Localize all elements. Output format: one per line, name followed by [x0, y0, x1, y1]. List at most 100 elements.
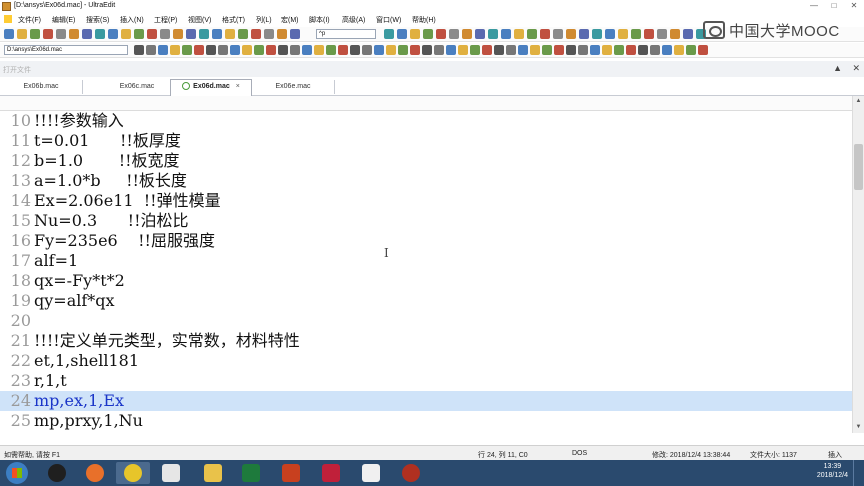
code-line[interactable]: 16 Fy=235e6 !!屈服强度	[0, 231, 852, 251]
indent-icon[interactable]	[254, 45, 264, 55]
new-file-icon[interactable]	[475, 29, 485, 39]
paste-icon[interactable]	[410, 29, 420, 39]
underline-icon[interactable]	[158, 45, 168, 55]
undo-icon[interactable]	[579, 29, 589, 39]
paste-icon[interactable]	[199, 29, 209, 39]
task-tool[interactable]	[394, 462, 428, 484]
indent-icon[interactable]	[686, 45, 696, 55]
italic-icon[interactable]	[290, 45, 300, 55]
show-desktop-button[interactable]	[853, 460, 864, 486]
vertical-scrollbar[interactable]: ▲ ▼	[852, 96, 864, 433]
task-firefox[interactable]	[78, 462, 112, 484]
bold-icon[interactable]	[134, 45, 144, 55]
italic-icon[interactable]	[218, 45, 228, 55]
undo-icon[interactable]	[108, 29, 118, 39]
code-text[interactable]: mp,ex,1,Ex	[34, 391, 124, 411]
menu-column[interactable]: 列(L)	[256, 15, 272, 25]
bold-icon[interactable]	[422, 45, 432, 55]
code-line[interactable]: 11 t=0.01 !!板厚度	[0, 131, 852, 151]
cut-icon[interactable]	[43, 29, 53, 39]
menu-edit[interactable]: 编辑(E)	[52, 15, 75, 25]
print-icon[interactable]	[683, 29, 693, 39]
open-folder-icon[interactable]	[17, 29, 27, 39]
code-text[interactable]: !!!!定义单元类型，实常数，材料特性	[34, 331, 300, 351]
code-text[interactable]: a=1.0*b !!板长度	[34, 171, 187, 191]
task-excel[interactable]	[234, 462, 268, 484]
format-icon[interactable]	[626, 45, 636, 55]
maximize-button[interactable]: □	[828, 0, 840, 11]
tab-ex06e[interactable]: Ex06e.mac	[252, 80, 335, 94]
code-line[interactable]: 17 alf=1	[0, 251, 852, 271]
code-line[interactable]: 15 Nu=0.3 !!泊松比	[0, 211, 852, 231]
bold-icon[interactable]	[278, 45, 288, 55]
open-folder-icon[interactable]	[277, 29, 287, 39]
cut-icon[interactable]	[173, 29, 183, 39]
new-file-icon[interactable]	[264, 29, 274, 39]
format-icon[interactable]	[482, 45, 492, 55]
code-text[interactable]: Fy=235e6 !!屈服强度	[34, 231, 215, 251]
underline-icon[interactable]	[446, 45, 456, 55]
menu-window[interactable]: 窗口(W)	[376, 15, 401, 25]
code-line[interactable]: 10 !!!!参数输入	[0, 111, 852, 131]
task-qq[interactable]	[40, 462, 74, 484]
align-icon[interactable]	[530, 45, 540, 55]
bold-icon[interactable]	[638, 45, 648, 55]
menu-search[interactable]: 搜索(S)	[86, 15, 109, 25]
code-line[interactable]: 24 mp,ex,1,Ex	[0, 391, 852, 411]
menu-project[interactable]: 工程(P)	[154, 15, 177, 25]
bold-icon[interactable]	[350, 45, 360, 55]
find-icon[interactable]	[225, 29, 235, 39]
cut-icon[interactable]	[514, 29, 524, 39]
code-editor[interactable]: 10 !!!!参数输入 11 t=0.01 !!板厚度 12 b=1.0 !!板宽度 13 a…	[0, 111, 852, 433]
code-text[interactable]: r,1,t	[34, 371, 67, 391]
code-text[interactable]: alf=1	[34, 251, 78, 271]
undo-icon[interactable]	[238, 29, 248, 39]
system-clock[interactable]: 13:39 2018/12/4	[817, 462, 848, 480]
format-icon[interactable]	[266, 45, 276, 55]
print-icon[interactable]	[82, 29, 92, 39]
cut-icon[interactable]	[644, 29, 654, 39]
code-text[interactable]: et,1,shell181	[34, 351, 139, 371]
italic-icon[interactable]	[578, 45, 588, 55]
copy-icon[interactable]	[56, 29, 66, 39]
menu-script[interactable]: 脚本(I)	[309, 15, 330, 25]
task-powerpoint[interactable]	[274, 462, 308, 484]
italic-icon[interactable]	[506, 45, 516, 55]
document-icon[interactable]	[4, 15, 12, 23]
code-text[interactable]: Nu=0.3 !!泊松比	[34, 211, 189, 231]
file-path-combo[interactable]: D:\ansys\Ex06d.mac	[4, 45, 128, 55]
tab-close-icon[interactable]: ×	[236, 83, 240, 90]
code-text[interactable]: mp,prxy,1,Nu	[34, 411, 143, 431]
format-icon[interactable]	[194, 45, 204, 55]
italic-icon[interactable]	[434, 45, 444, 55]
code-text[interactable]: qx=-Fy*t*2	[34, 271, 125, 291]
redo-icon[interactable]	[251, 29, 261, 39]
scroll-down-icon[interactable]: ▼	[853, 422, 864, 433]
indent-icon[interactable]	[326, 45, 336, 55]
find-icon[interactable]	[566, 29, 576, 39]
underline-icon[interactable]	[374, 45, 384, 55]
format-icon[interactable]	[698, 45, 708, 55]
code-line[interactable]: 12 b=1.0 !!板宽度	[0, 151, 852, 171]
copy-icon[interactable]	[657, 29, 667, 39]
copy-icon[interactable]	[186, 29, 196, 39]
minimize-button[interactable]: —	[808, 0, 820, 11]
code-line[interactable]: 19 qy=alf*qx	[0, 291, 852, 311]
save-icon[interactable]	[160, 29, 170, 39]
save-icon[interactable]	[501, 29, 511, 39]
cut-icon[interactable]	[384, 29, 394, 39]
indent-icon[interactable]	[182, 45, 192, 55]
italic-icon[interactable]	[146, 45, 156, 55]
align-icon[interactable]	[458, 45, 468, 55]
menu-format[interactable]: 格式(T)	[222, 15, 245, 25]
open-folder-icon[interactable]	[488, 29, 498, 39]
task-window[interactable]	[154, 462, 188, 484]
format-icon[interactable]	[338, 45, 348, 55]
redo-icon[interactable]	[121, 29, 131, 39]
scrollbar-thumb[interactable]	[854, 144, 863, 190]
code-line[interactable]: 14 Ex=2.06e11 !!弹性模量	[0, 191, 852, 211]
code-text[interactable]: Ex=2.06e11 !!弹性模量	[34, 191, 221, 211]
format-icon[interactable]	[410, 45, 420, 55]
new-file-icon[interactable]	[134, 29, 144, 39]
indent-icon[interactable]	[398, 45, 408, 55]
